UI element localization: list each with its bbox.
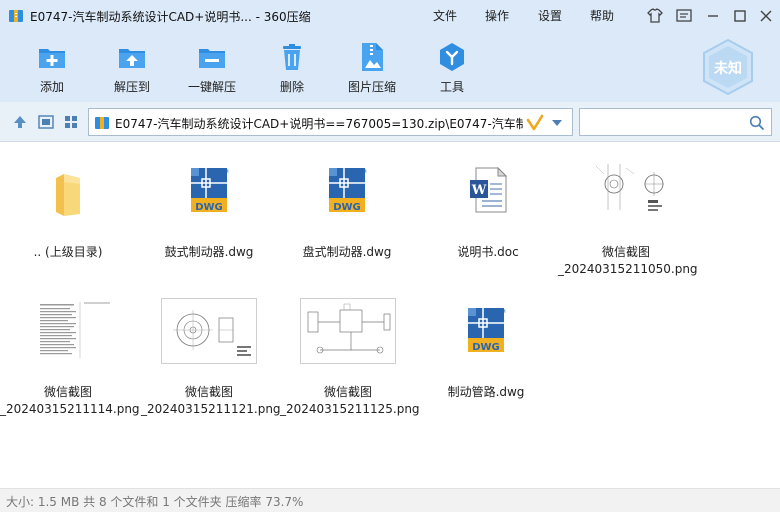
extract-to-button[interactable]: 解压到 <box>97 38 167 98</box>
file-item-parent-folder[interactable]: .. (上级目录) <box>0 166 136 306</box>
zip-file-icon <box>95 117 109 129</box>
dwg-file-icon: DWG TM <box>191 168 229 213</box>
tools-icon <box>440 43 464 71</box>
menu-file[interactable]: 文件 <box>433 7 457 24</box>
extract-to-icon <box>119 49 145 68</box>
image-thumbnail-icon <box>300 298 396 364</box>
zip-app-icon <box>9 10 23 22</box>
image-thumbnail-icon <box>161 298 257 364</box>
menu-operation[interactable]: 操作 <box>485 7 509 24</box>
shirt-icon <box>647 8 663 23</box>
add-button-label: 添加 <box>39 80 64 94</box>
image-thumbnail-icon <box>578 158 674 224</box>
maximize-button[interactable] <box>730 6 750 26</box>
detail-view-icon[interactable] <box>38 114 54 130</box>
search-input[interactable] <box>579 108 772 136</box>
file-item-screenshot-1125[interactable]: 微信截图 _20240315211125.png <box>280 298 420 438</box>
feedback-button[interactable] <box>674 6 694 26</box>
one-click-extract-icon <box>199 49 225 68</box>
file-name: 微信截图 _20240315211114.png <box>0 385 140 416</box>
search-icon[interactable] <box>749 115 765 131</box>
close-icon <box>760 10 772 22</box>
minimize-button[interactable] <box>703 6 723 26</box>
one-click-extract-button[interactable]: 一键解压 <box>177 38 247 98</box>
one-click-extract-label: 一键解压 <box>187 80 236 94</box>
word-doc-icon: W <box>470 166 508 213</box>
maximize-icon <box>734 10 746 22</box>
menu-help[interactable]: 帮助 <box>590 7 614 24</box>
svg-text:DWG: DWG <box>195 202 223 213</box>
image-compress-button[interactable]: 图片压缩 <box>337 38 407 98</box>
close-button[interactable] <box>756 6 776 26</box>
tools-button[interactable]: 工具 <box>417 38 487 98</box>
image-compress-label: 图片压缩 <box>347 80 396 94</box>
svg-text:W: W <box>471 183 487 198</box>
svg-text:TM: TM <box>498 309 506 315</box>
svg-text:DWG: DWG <box>472 342 500 353</box>
file-name: 说明书.doc <box>457 245 519 259</box>
check-mark-icon[interactable] <box>526 114 544 132</box>
file-name: 微信截图 _20240315211050.png <box>558 245 698 276</box>
svg-text:DWG: DWG <box>333 202 361 213</box>
chevron-down-icon[interactable] <box>551 119 563 127</box>
file-item-manual-doc[interactable]: W 说明书.doc <box>420 166 556 306</box>
address-row: E0747-汽车制动系统设计CAD+说明书==767005=130.zip\E0… <box>0 102 780 142</box>
svg-text:TM: TM <box>359 169 367 175</box>
unknown-badge-label: 未知 <box>714 61 742 77</box>
address-path: E0747-汽车制动系统设计CAD+说明书==767005=130.zip\E0… <box>115 117 523 131</box>
file-name: 微信截图 _20240315211125.png <box>280 385 420 416</box>
window-title: E0747-汽车制动系统设计CAD+说明书... - 360压缩 <box>30 10 311 24</box>
unknown-status-badge[interactable]: 未知 <box>700 38 756 96</box>
file-name: 鼓式制动器.dwg <box>164 245 254 259</box>
file-item-disc-brake-dwg[interactable]: DWG TM 盘式制动器.dwg <box>279 166 415 306</box>
image-compress-icon <box>362 43 383 71</box>
extract-to-label: 解压到 <box>113 80 150 94</box>
file-name: .. (上级目录) <box>33 245 103 259</box>
up-arrow-icon[interactable] <box>12 114 28 130</box>
status-text: 大小: 1.5 MB 共 8 个文件和 1 个文件夹 压缩率 73.7% <box>6 495 304 509</box>
skin-button[interactable] <box>645 6 665 26</box>
minimize-icon <box>708 15 718 17</box>
message-icon <box>676 9 692 22</box>
file-item-screenshot-1121[interactable]: 微信截图 _20240315211121.png <box>141 298 281 438</box>
file-grid: .. (上级目录) DWG TM 鼓式制动器.dwg DWG TM 盘式制动器.… <box>0 142 780 488</box>
file-name: 制动管路.dwg <box>447 385 525 399</box>
file-item-screenshot-1114[interactable]: 微信截图 _20240315211114.png <box>0 298 140 438</box>
add-button[interactable]: 添加 <box>17 38 87 98</box>
add-icon <box>39 49 65 68</box>
file-name: 盘式制动器.dwg <box>302 245 392 259</box>
top-bar: E0747-汽车制动系统设计CAD+说明书... - 360压缩 文件 操作 设… <box>0 0 780 102</box>
address-bar[interactable]: E0747-汽车制动系统设计CAD+说明书==767005=130.zip\E0… <box>88 108 573 136</box>
file-item-screenshot-1050[interactable]: 微信截图 _20240315211050.png <box>558 158 698 298</box>
tools-label: 工具 <box>439 80 464 94</box>
delete-button[interactable]: 删除 <box>257 38 327 98</box>
folder-icon <box>56 174 80 216</box>
grid-view-icon[interactable] <box>63 114 79 130</box>
title-bar: E0747-汽车制动系统设计CAD+说明书... - 360压缩 文件 操作 设… <box>0 0 780 32</box>
status-bar: 大小: 1.5 MB 共 8 个文件和 1 个文件夹 压缩率 73.7% <box>0 488 780 512</box>
menu-settings[interactable]: 设置 <box>538 7 562 24</box>
dwg-file-icon: DWG TM <box>329 168 367 213</box>
file-item-brake-pipe-dwg[interactable]: DWG TM 制动管路.dwg <box>418 306 554 446</box>
delete-label: 删除 <box>279 80 304 94</box>
trash-icon <box>283 44 301 70</box>
dwg-file-icon: DWG TM <box>468 308 506 353</box>
file-item-drum-brake-dwg[interactable]: DWG TM 鼓式制动器.dwg <box>141 166 277 306</box>
image-thumbnail-icon <box>20 298 116 364</box>
svg-text:TM: TM <box>221 169 229 175</box>
file-name: 微信截图 _20240315211121.png <box>141 385 281 416</box>
